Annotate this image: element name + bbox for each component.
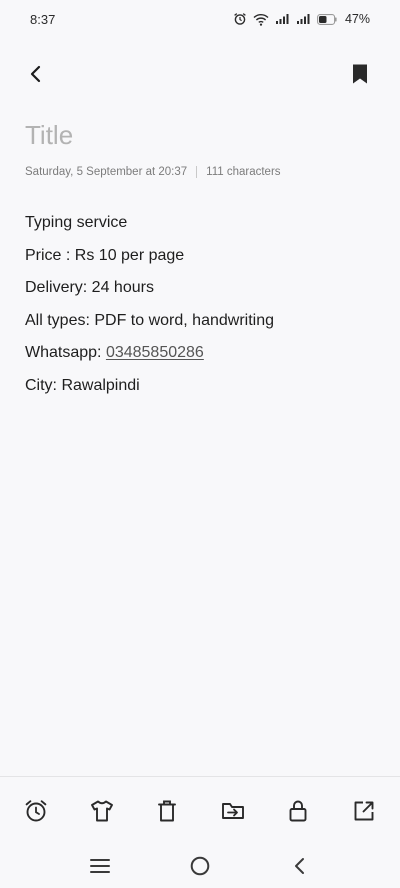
whatsapp-label: Whatsapp: [25,344,106,361]
alarm-icon [233,12,247,26]
note-title-field[interactable]: Title [25,120,73,151]
lock-icon[interactable] [282,795,314,827]
battery-icon [317,13,337,25]
share-icon[interactable] [348,795,380,827]
app-bar [0,50,400,98]
note-toolbar [0,776,400,844]
bookmark-icon[interactable] [346,60,374,88]
signal-icon [275,13,290,25]
alarm-clock-icon[interactable] [20,795,52,827]
note-line: Delivery: 24 hours [25,279,154,296]
status-time: 8:37 [30,11,56,27]
move-folder-icon[interactable] [217,795,249,827]
wifi-icon [253,13,269,26]
note-line: All types: PDF to word, handwriting [25,311,274,329]
status-icons: 47% [233,12,370,26]
note-body-editor[interactable]: Typing service Price : Rs 10 per page De… [25,207,385,402]
phone-link[interactable]: 03485850286 [106,344,204,361]
home-icon[interactable] [184,850,216,882]
battery-percent: 47% [344,12,370,26]
note-line: Typing service [25,214,128,231]
menu-icon[interactable] [84,850,116,882]
note-line-whatsapp: Whatsapp: 03485850286 [25,337,385,370]
note-line: City: Rawalpindi [25,376,140,394]
system-nav-bar [0,844,400,888]
note-date: Saturday, 5 September at 20:37 [25,166,188,178]
note-screen: 8:37 47% Title Saturday, 5 September at … [0,0,400,888]
note-meta: Saturday, 5 September at 20:37 111 chara… [25,166,281,178]
back-arrow-icon[interactable] [22,60,50,88]
signal-icon [296,13,311,25]
shirt-icon[interactable] [86,795,118,827]
char-count: 111 characters [206,166,281,178]
status-bar: 8:37 47% [0,0,400,38]
meta-divider [196,166,198,178]
trash-icon[interactable] [151,795,183,827]
note-line: Price : Rs 10 per page [25,246,185,264]
back-icon[interactable] [284,850,316,882]
